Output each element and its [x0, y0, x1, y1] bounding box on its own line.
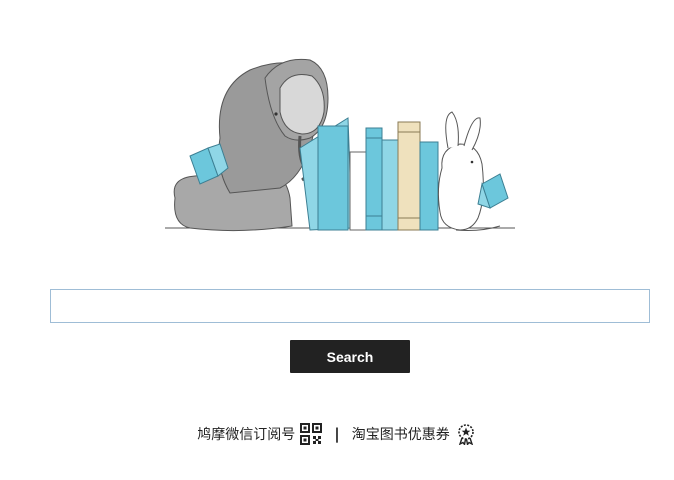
qr-code-icon [300, 423, 323, 445]
books [299, 117, 439, 231]
wechat-subscribe-label: 鸠摩微信订阅号 [197, 427, 296, 443]
taobao-coupon-label: 淘宝图书优惠券 [351, 427, 450, 443]
reading-animals-illustration [165, 58, 515, 232]
search-button[interactable]: Search [290, 340, 410, 373]
search-input[interactable] [50, 289, 650, 323]
wechat-subscribe-link[interactable]: 鸠摩微信订阅号 [197, 423, 323, 445]
taobao-coupon-link[interactable]: 淘宝图书优惠券 [351, 423, 477, 447]
footer-links: 鸠摩微信订阅号 | 淘宝图书优惠券 [0, 420, 674, 448]
footer-separator: | [334, 425, 340, 443]
bunny [437, 111, 509, 231]
coupon-badge-icon [455, 423, 477, 447]
